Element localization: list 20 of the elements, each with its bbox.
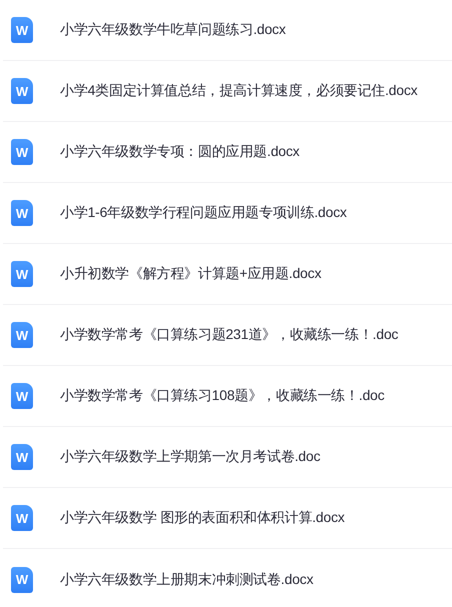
file-name[interactable]: 小学数学常考《口算练习108题》，收藏练一练！.doc bbox=[60, 387, 384, 405]
file-name[interactable]: 小学六年级数学上册期末冲刺测试卷.docx bbox=[60, 570, 314, 588]
file-name[interactable]: 小学4类固定计算值总结，提高计算速度，必须要记住.docx bbox=[60, 82, 418, 100]
file-name[interactable]: 小学数学常考《口算练习题231道》，收藏练一练！.doc bbox=[60, 326, 398, 344]
word-document-icon: W bbox=[11, 505, 33, 531]
word-document-icon: W bbox=[11, 383, 33, 409]
word-document-icon: W bbox=[11, 200, 33, 226]
file-name[interactable]: 小升初数学《解方程》计算题+应用题.docx bbox=[60, 265, 322, 283]
file-name[interactable]: 小学六年级数学上学期第一次月考试卷.doc bbox=[60, 448, 320, 466]
file-name[interactable]: 小学六年级数学专项：圆的应用题.docx bbox=[60, 143, 300, 161]
word-document-icon: W bbox=[11, 566, 33, 592]
word-document-icon: W bbox=[11, 139, 33, 165]
word-document-icon: W bbox=[11, 444, 33, 470]
word-document-icon: W bbox=[11, 261, 33, 287]
file-name[interactable]: 小学六年级数学 图形的表面积和体积计算.docx bbox=[60, 509, 345, 527]
word-document-icon: W bbox=[11, 17, 33, 43]
file-name[interactable]: 小学六年级数学牛吃草问题练习.docx bbox=[60, 21, 286, 39]
word-document-icon: W bbox=[11, 78, 33, 104]
file-name[interactable]: 小学1-6年级数学行程问题应用题专项训练.docx bbox=[60, 204, 347, 222]
word-document-icon: W bbox=[11, 322, 33, 348]
